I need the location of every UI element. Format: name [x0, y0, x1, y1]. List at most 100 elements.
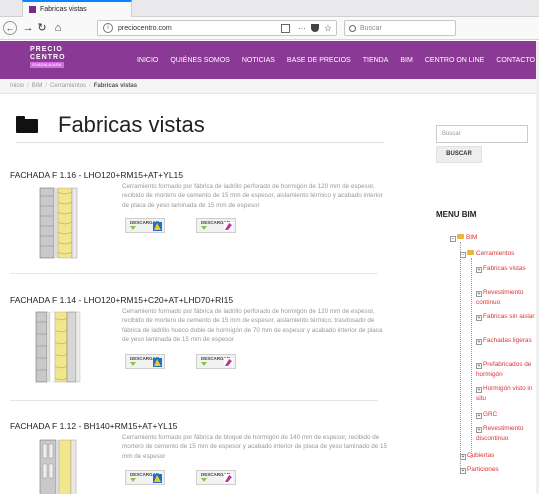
expand-icon[interactable]: + — [476, 267, 482, 273]
back-arrow-icon[interactable]: ← — [3, 21, 17, 35]
nav-item-inicio[interactable]: INICIO — [137, 57, 158, 64]
bim-item: FACHADA F 1.14 - LHO120+RM15+C20+AT+LHD7… — [10, 295, 388, 306]
nav-item-contacto[interactable]: CONTACTO — [496, 57, 535, 64]
nav-item-tienda[interactable]: TIENDA — [363, 57, 389, 64]
expand-icon[interactable]: + — [476, 427, 482, 433]
info-icon[interactable]: i — [103, 23, 113, 33]
download-revit-button[interactable]: DESCARGAR — [125, 218, 165, 233]
nav-item-noticias[interactable]: NOTICIAS — [242, 57, 275, 64]
url-text[interactable]: preciocentro.com — [118, 25, 172, 32]
sidebar-search-input[interactable]: Buscar — [436, 125, 528, 143]
download-revit-button[interactable]: DESCARGAR — [125, 470, 165, 485]
tree-node-fabricas-sin-aislar[interactable]: + Fabricas sin aislar — [476, 312, 536, 322]
expand-icon[interactable]: + — [460, 454, 466, 460]
expand-icon[interactable]: + — [460, 468, 466, 474]
page-actions-icon[interactable]: ··· — [298, 24, 306, 33]
wall-section-image[interactable] — [32, 310, 86, 384]
pocket-icon[interactable] — [310, 24, 319, 32]
software-logo-icon — [224, 474, 233, 483]
reload-icon[interactable]: ↻ — [35, 21, 49, 35]
sidebar-search-button[interactable]: BUSCAR — [436, 146, 482, 163]
tree-label: Fachadas ligeras — [483, 337, 532, 344]
tree-label: Cerramientos — [476, 250, 515, 257]
site-logo[interactable]: PRECIO CENTRO GUADALAJARA — [30, 46, 66, 76]
tree-node-fabricas-vistas[interactable]: + Fabricas vistas — [476, 264, 536, 274]
download-archicad-button[interactable]: DESCARGAR — [196, 218, 236, 233]
item-title[interactable]: FACHADA F 1.12 - BH140+RM15+AT+YL15 — [10, 421, 388, 432]
download-archicad-button[interactable]: DESCARGAR — [196, 354, 236, 369]
url-bar[interactable]: i preciocentro.com ··· ☆ — [97, 20, 337, 36]
download-arrow-icon — [201, 478, 208, 483]
item-title[interactable]: FACHADA F 1.14 - LHO120+RM15+C20+AT+LHD7… — [10, 295, 388, 306]
tree-label: Prefabricados de hormigón — [476, 361, 532, 378]
tree-node-fachadas-ligeras[interactable]: + Fachadas ligeras — [476, 336, 536, 346]
bookmark-star-icon[interactable]: ☆ — [324, 23, 332, 34]
bim-item: FACHADA F 1.12 - BH140+RM15+AT+YL15 — [10, 421, 388, 432]
breadcrumb-bim[interactable]: BIM — [32, 83, 43, 89]
tree-node-particiones[interactable]: + Particiones — [460, 466, 499, 474]
download-arrow-icon — [201, 362, 208, 367]
software-logo-icon — [153, 358, 162, 367]
tree-label: BIM — [466, 234, 478, 241]
browser-tab-strip: Fabricas vistas — [0, 0, 539, 17]
tree-node-bim[interactable]: − BIM — [450, 234, 477, 242]
logo-line-2: CENTRO — [30, 54, 66, 61]
tree-node-cubiertas[interactable]: + Cubiertas — [460, 452, 494, 460]
download-archicad-button[interactable]: DESCARGAR — [196, 470, 236, 485]
download-arrow-icon — [201, 226, 208, 231]
download-arrow-icon — [130, 362, 137, 367]
home-icon[interactable]: ⌂ — [51, 21, 65, 35]
breadcrumb-current: Fabricas vistas — [93, 83, 138, 89]
tree-connector — [471, 258, 472, 458]
nav-item-base-de-precios[interactable]: BASE DE PRECIOS — [287, 57, 351, 64]
nav-item-bim[interactable]: BIM — [400, 57, 412, 64]
collapse-icon[interactable]: − — [460, 252, 466, 258]
expand-icon[interactable]: + — [476, 339, 482, 345]
expand-icon[interactable]: + — [476, 363, 482, 369]
folder-icon — [467, 250, 474, 255]
wall-section-image[interactable] — [32, 438, 86, 494]
expand-icon[interactable]: + — [476, 291, 482, 297]
tree-node-prefabricados[interactable]: + Prefabricados de hormigón — [476, 360, 536, 380]
item-title[interactable]: FACHADA F 1.16 - LHO120+RM15+AT+YL15 — [10, 170, 388, 181]
breadcrumb-separator: / — [89, 83, 91, 89]
nav-item-quienes-somos[interactable]: QUIÉNES SOMOS — [170, 57, 230, 64]
site-header: PRECIO CENTRO GUADALAJARA INICIO QUIÉNES… — [0, 41, 539, 79]
software-logo-icon — [153, 474, 162, 483]
logo-line-3: GUADALAJARA — [30, 62, 64, 68]
menu-bim-title: MENU BIM — [436, 210, 477, 219]
tree-label: Particiones — [467, 466, 499, 473]
breadcrumb-inicio[interactable]: Inicio — [10, 83, 24, 89]
item-description: Cerramiento formado por fábrica de ladri… — [122, 308, 383, 344]
reader-view-icon[interactable] — [280, 23, 290, 33]
folder-icon — [16, 116, 38, 133]
tree-label: GRC — [483, 411, 498, 418]
breadcrumb-separator: / — [27, 83, 29, 89]
item-description: Cerramiento formado por fábrica de ladri… — [122, 183, 383, 209]
breadcrumb: Inicio / BIM / Cerramientos / Fabricas vistas — [0, 79, 539, 94]
tree-node-cerramientos[interactable]: − Cerramientos — [460, 250, 514, 258]
download-revit-button[interactable]: DESCARGAR — [125, 354, 165, 369]
breadcrumb-cerramientos[interactable]: Cerramientos — [50, 83, 86, 89]
download-arrow-icon — [130, 478, 137, 483]
browser-search-field[interactable]: Buscar — [344, 20, 456, 36]
breadcrumb-separator: / — [45, 83, 48, 89]
tree-node-revestimiento-discontinuo[interactable]: + Revestimiento discontinuo — [476, 424, 536, 444]
forward-arrow-icon[interactable]: → — [21, 21, 35, 35]
browser-search-placeholder: Buscar — [360, 24, 382, 32]
site-favicon-icon — [29, 6, 36, 13]
wall-section-image[interactable] — [32, 186, 86, 260]
browser-tab[interactable]: Fabricas vistas — [22, 0, 132, 17]
item-divider — [10, 273, 378, 274]
expand-icon[interactable]: + — [476, 413, 482, 419]
expand-icon[interactable]: + — [476, 315, 482, 321]
page-title-row: Fabricas vistas — [16, 107, 384, 143]
tree-label: Fabricas sin aislar — [483, 313, 535, 320]
tree-node-hormigon-visto[interactable]: + Hormigón visto in situ — [476, 384, 536, 404]
software-logo-icon — [153, 222, 162, 231]
tree-node-grc[interactable]: + GRC — [476, 410, 536, 420]
nav-item-centro-on-line[interactable]: CENTRO ON LINE — [425, 57, 485, 64]
tree-node-revestimiento-continuo[interactable]: + Revestimiento continuo — [476, 288, 536, 308]
expand-icon[interactable]: + — [476, 387, 482, 393]
collapse-icon[interactable]: − — [450, 236, 456, 242]
